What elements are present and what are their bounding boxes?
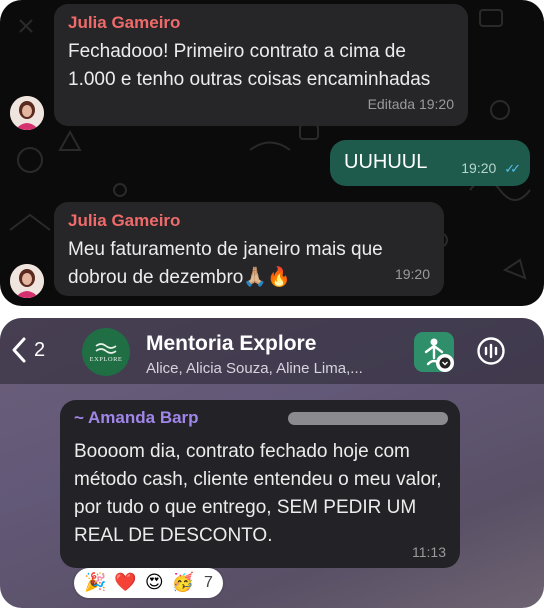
chat-panel-dark: Julia Gameiro Fechadooo! Primeiro contra… [0, 0, 544, 306]
message-bubble-outgoing[interactable]: UUHUUL 19:20 ✓✓ [330, 140, 530, 186]
message-text: Fechadooo! Primeiro contrato a cima de 1… [68, 41, 431, 90]
message-time: 11:13 [412, 544, 446, 560]
sender-name[interactable]: Julia Gameiro [68, 210, 430, 232]
message-time: 19:20 [461, 160, 497, 176]
sound-wave-icon [477, 337, 505, 365]
message-meta: Editada 19:20 [367, 96, 454, 112]
chat-panel-group: 2 EXPLORE Mentoria Explore Alice, Alicia… [0, 318, 544, 608]
redacted-phone [288, 412, 448, 425]
dropdown-badge[interactable] [436, 354, 454, 372]
sender-name[interactable]: ~ Amanda Barp [74, 408, 199, 428]
message-text: Meu faturamento de janeiro mais que dobr… [68, 239, 383, 288]
back-button[interactable]: 2 [10, 336, 45, 364]
chevron-down-icon [439, 357, 451, 369]
message-bubble[interactable]: ~ Amanda Barp Boooom dia, contrato fecha… [60, 400, 460, 568]
chevron-left-icon [12, 337, 26, 363]
avatar[interactable] [10, 264, 44, 298]
reactions-bar[interactable]: 🎉 ❤️ 😍 🥳 7 [74, 568, 223, 598]
chat-header: 2 EXPLORE Mentoria Explore Alice, Alicia… [0, 318, 544, 384]
group-members[interactable]: Alice, Alicia Souza, Aline Lima,... [146, 360, 363, 377]
sender-name[interactable]: Julia Gameiro [68, 12, 454, 34]
message-bubble[interactable]: Julia Gameiro Fechadooo! Primeiro contra… [54, 4, 468, 126]
message-text: UUHUUL [344, 151, 428, 173]
message-time: 19:20 [394, 266, 430, 282]
group-avatar[interactable]: EXPLORE [82, 328, 130, 376]
partying-face-icon: 🥳 [171, 572, 195, 593]
heart-icon: ❤️ [114, 572, 137, 593]
group-avatar-label: EXPLORE [89, 355, 123, 363]
message-bubble[interactable]: Julia Gameiro Meu faturamento de janeiro… [54, 202, 444, 296]
wave-logo-icon [95, 342, 117, 354]
group-name[interactable]: Mentoria Explore [146, 332, 316, 356]
party-popper-icon: 🎉 [84, 572, 107, 593]
double-check-read-icon: ✓✓ [504, 161, 521, 176]
avatar[interactable] [10, 96, 44, 130]
voice-chat-button[interactable] [476, 336, 506, 371]
unread-count: 2 [34, 338, 46, 361]
heart-eyes-icon: 😍 [144, 572, 164, 593]
reaction-count: 7 [204, 574, 213, 591]
message-meta: 19:20 ✓✓ [461, 160, 521, 177]
message-text: Boooom dia, contrato fechado hoje com mé… [74, 441, 442, 546]
